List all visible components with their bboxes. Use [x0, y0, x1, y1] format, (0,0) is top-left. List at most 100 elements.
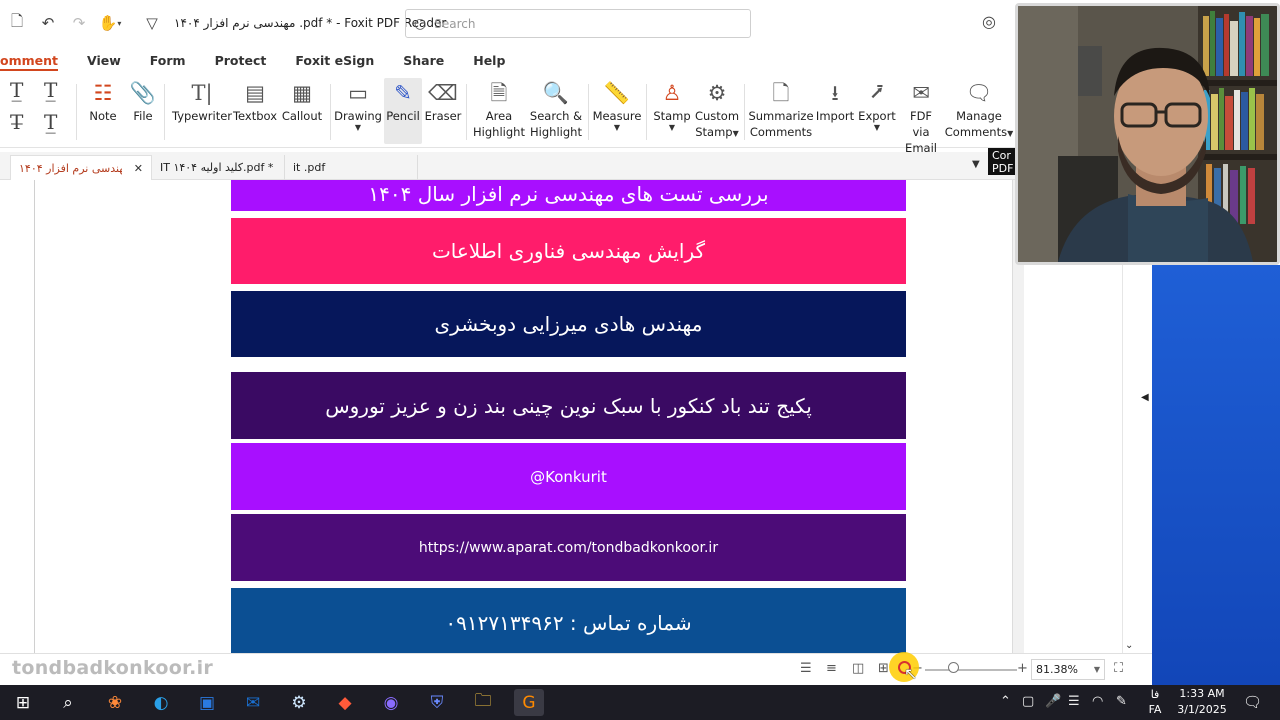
eraser-button[interactable]: ⌫ Eraser — [424, 78, 462, 124]
security-shield-icon[interactable]: ⛨ — [422, 689, 452, 716]
file-attach-icon: 📎 — [129, 81, 157, 105]
taskbar-search-icon[interactable]: ⌕ — [53, 689, 83, 716]
continuous-facing-icon[interactable]: ⊞ — [878, 661, 889, 676]
zoom-slider-thumb[interactable] — [948, 662, 959, 673]
pen-icon[interactable]: ✎ — [1116, 694, 1127, 709]
tab-foxit-esign[interactable]: Foxit eSign — [295, 53, 374, 68]
summarize-comments-button[interactable]: 🗋 Summarize Comments — [748, 78, 813, 140]
collapse-panel-icon[interactable]: ◀ — [1141, 392, 1149, 403]
import-button[interactable]: ⭳ Import — [816, 78, 854, 124]
single-page-icon[interactable]: ☰ — [800, 661, 812, 676]
chevron-down-icon: ▼ — [668, 123, 676, 132]
obs-icon[interactable]: ◉ — [376, 689, 406, 716]
undo-icon[interactable]: ↶ — [34, 9, 62, 37]
windows-taskbar: ⊞ ⌕ ❀ ◐ ▣ ✉ ⚙ ◆ ◉ ⛨ 🗀 G ⌃ ▢ 🎤 ☰ ◠ ✎ فا F… — [0, 685, 1280, 720]
text-tool-icon[interactable]: T̲ — [10, 78, 23, 102]
chevron-down-icon: ▼ — [1093, 665, 1100, 674]
right-panel — [1024, 265, 1152, 653]
store-icon[interactable]: ▣ — [192, 689, 222, 716]
doc-tab-active[interactable]: مهندسی نرم افزار ۱۴۰۴... ✕ — [10, 155, 152, 180]
tab-list-chevron-icon[interactable]: ▼ — [972, 159, 980, 170]
typewriter-button[interactable]: T| Typewriter — [172, 78, 232, 124]
tab-comment[interactable]: omment — [0, 53, 58, 68]
banner-field: گرایش مهندسی فناوری اطلاعات — [231, 218, 906, 284]
menu-tabs: omment View Form Protect Foxit eSign Sha… — [0, 46, 1015, 74]
email-icon: ✉ — [912, 81, 930, 105]
facing-page-icon[interactable]: ◫ — [852, 661, 864, 676]
webcam-overlay — [1015, 3, 1280, 265]
tab-share[interactable]: Share — [403, 53, 444, 68]
input-language[interactable]: فا FA — [1146, 687, 1164, 717]
edge-browser-icon[interactable]: ◐ — [146, 689, 176, 716]
doc-tab-2[interactable]: IT ۱۴۰۴ کلید اولیه.pdf * — [152, 155, 282, 180]
account-icon[interactable]: ◎ — [982, 12, 996, 31]
corner-label: Cor PDF — [988, 148, 1016, 175]
windows-start-icon[interactable]: ⊞ — [8, 689, 38, 716]
note-icon: ☷ — [93, 81, 113, 105]
manage-comments-button[interactable]: 🗨 Manage Comments▼ — [945, 78, 1014, 140]
strikeout-text-icon[interactable]: T̶ — [10, 110, 23, 134]
tray-app-icon[interactable]: ▢ — [1022, 694, 1034, 709]
search-icon: ○ — [414, 15, 427, 32]
quick-access-dropdown-icon[interactable]: ▽ — [138, 9, 166, 37]
chevron-down-icon: ▼ — [732, 129, 739, 138]
webcam-image — [1018, 6, 1277, 262]
open-file-icon[interactable]: 🗋 — [3, 9, 31, 37]
tab-view[interactable]: View — [87, 53, 121, 68]
search-input[interactable] — [434, 16, 735, 31]
banner-title: بررسی تست های مهندسی نرم افزار سال ۱۴۰۴ — [231, 180, 906, 211]
stamp-button[interactable]: ♙ Stamp ▼ — [652, 78, 692, 132]
microphone-icon[interactable]: 🎤 — [1045, 694, 1061, 709]
desktop-background — [1152, 265, 1280, 685]
fullscreen-icon[interactable]: ⛶ — [1114, 661, 1123, 676]
close-tab-icon[interactable]: ✕ — [134, 162, 143, 175]
mouse-cursor-icon: ↖ — [904, 664, 918, 683]
copilot-icon[interactable]: ❀ — [100, 689, 130, 716]
doc-tab-3[interactable]: it .pdf — [284, 155, 418, 180]
area-highlight-button[interactable]: 🗎 Area Highlight — [472, 78, 526, 140]
measure-button[interactable]: 📏 Measure ▼ — [593, 78, 642, 132]
scroll-down-icon[interactable]: ⌄ — [1125, 640, 1133, 651]
zoom-slider[interactable] — [925, 669, 1017, 671]
search-box[interactable]: ○ — [405, 9, 751, 38]
system-clock[interactable]: 1:33 AM 3/1/2025 — [1176, 686, 1228, 718]
export-icon: ⭷ — [870, 81, 884, 105]
zoom-in-icon[interactable]: + — [1017, 661, 1028, 676]
network-icon[interactable]: ☰ — [1068, 694, 1080, 709]
underline-text-icon[interactable]: T̲ — [44, 78, 57, 102]
zoom-level-select[interactable]: 81.38% ▼ — [1031, 659, 1105, 680]
callout-icon: ▦ — [292, 81, 312, 105]
file-explorer-icon[interactable]: 🗀 — [468, 689, 498, 716]
textbox-icon: ▤ — [245, 81, 265, 105]
anydesk-icon[interactable]: ◆ — [330, 689, 360, 716]
fdf-via-email-button[interactable]: ✉ FDF via Email — [900, 78, 942, 156]
notification-icon[interactable]: 🗨 — [1243, 693, 1262, 711]
tab-help[interactable]: Help — [473, 53, 505, 68]
outlook-icon[interactable]: ✉ — [238, 689, 268, 716]
chevron-down-icon: ▼ — [1007, 129, 1014, 138]
custom-stamp-icon: ⚙ — [707, 81, 727, 105]
hand-tool-icon[interactable]: ✋ ▾ — [96, 9, 124, 37]
replace-text-icon[interactable]: T̲ — [44, 110, 57, 134]
pencil-button[interactable]: ✎ Pencil — [384, 78, 422, 144]
file-attachment-button[interactable]: 📎 File — [128, 78, 158, 124]
export-button[interactable]: ⭷ Export ▼ — [858, 78, 896, 132]
foxit-reader-taskbar-icon[interactable]: G — [514, 689, 544, 716]
channel-watermark: tondbadkonkoor.ir — [12, 657, 214, 679]
textbox-button[interactable]: ▤ Textbox — [233, 78, 277, 124]
tray-overflow-icon[interactable]: ⌃ — [1000, 694, 1011, 709]
tab-protect[interactable]: Protect — [215, 53, 267, 68]
document-viewport[interactable]: بررسی تست های مهندسی نرم افزار سال ۱۴۰۴ … — [0, 180, 1012, 653]
wifi-icon[interactable]: ◠ — [1092, 694, 1103, 709]
note-button[interactable]: ☷ Note — [88, 78, 118, 124]
banner-url[interactable]: https://www.aparat.com/tondbadkonkoor.ir — [231, 514, 906, 581]
tab-form[interactable]: Form — [150, 53, 186, 68]
eraser-icon: ⌫ — [428, 81, 458, 105]
continuous-page-icon[interactable]: ≡ — [826, 661, 837, 676]
chevron-down-icon: ▼ — [613, 123, 621, 132]
app-icon[interactable]: ⚙ — [284, 689, 314, 716]
drawing-button[interactable]: ▭ Drawing ▼ — [334, 78, 382, 132]
callout-button[interactable]: ▦ Callout — [282, 78, 322, 124]
search-highlight-button[interactable]: 🔍 Search & Highlight — [528, 78, 584, 140]
custom-stamp-button[interactable]: ⚙ Custom Stamp▼ — [694, 78, 740, 140]
